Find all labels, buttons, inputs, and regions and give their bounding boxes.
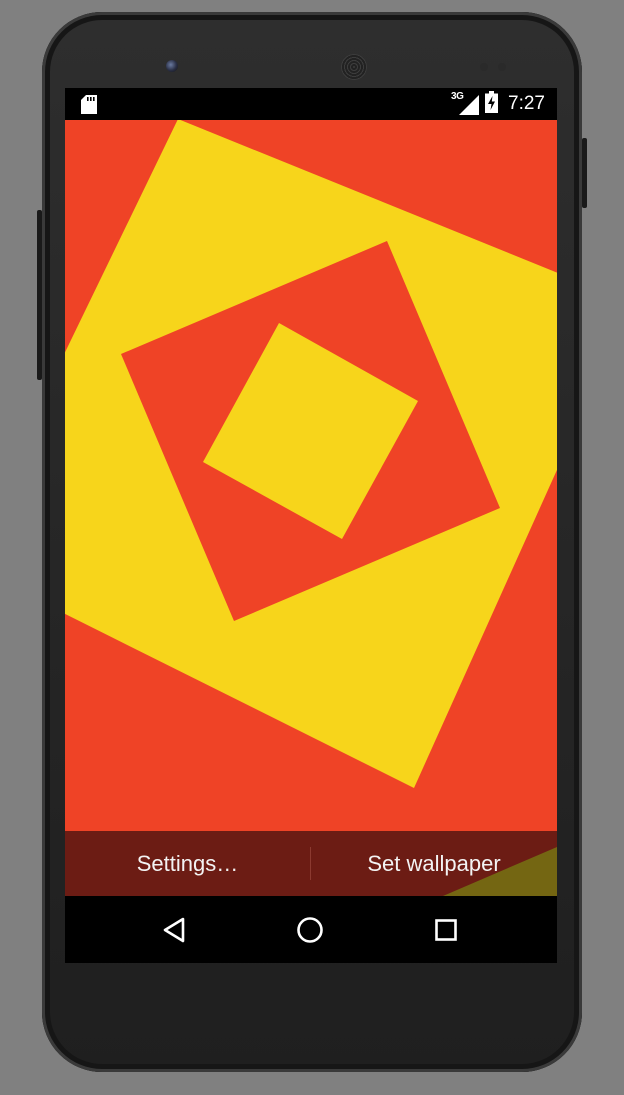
signal-icon: 3G [451, 91, 480, 115]
back-button[interactable] [139, 896, 209, 963]
settings-button[interactable]: Settings… [65, 831, 310, 896]
back-triangle-icon [163, 917, 185, 942]
home-circle-icon [297, 916, 323, 943]
set-wallpaper-button[interactable]: Set wallpaper [311, 831, 557, 896]
settings-button-label: Settings… [136, 850, 239, 876]
volume-button [37, 210, 42, 380]
status-bar: 3G 7:27 [65, 88, 557, 120]
live-wallpaper-preview[interactable] [65, 120, 557, 831]
recents-button[interactable] [411, 896, 481, 963]
battery-charging-icon [485, 90, 499, 118]
front-camera [166, 60, 178, 72]
set-wallpaper-button-label: Set wallpaper [367, 850, 501, 876]
proximity-sensor [480, 63, 488, 71]
status-time: 7:27 [508, 93, 545, 114]
status-icons: 3G 7:27 [451, 88, 545, 120]
wallpaper-pattern [65, 120, 557, 831]
light-sensor [498, 63, 506, 71]
device-screen: 3G 7:27 Settings… Set wallpaper [65, 88, 557, 963]
recents-square-icon [435, 918, 457, 941]
power-button [582, 138, 587, 208]
navigation-bar [65, 896, 557, 963]
home-button[interactable] [275, 896, 345, 963]
wallpaper-preview-actions: Settings… Set wallpaper [65, 831, 557, 896]
network-type-label: 3G [451, 91, 464, 102]
earpiece-speaker [341, 54, 367, 80]
sd-card-icon [81, 95, 97, 119]
